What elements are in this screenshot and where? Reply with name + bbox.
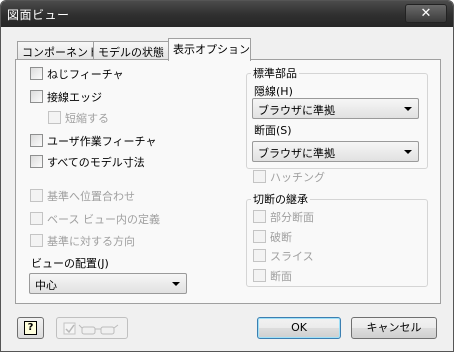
checkbox-box[interactable] (30, 212, 43, 225)
ok-button[interactable]: OK (257, 317, 341, 339)
view-justification-label: ビューの配置(J) (31, 257, 109, 270)
defined-in-base-label: ベース ビュー内の定義 (47, 212, 160, 226)
hidden-line-label: 隠線(H) (254, 85, 293, 98)
cancel-button[interactable]: キャンセル (351, 317, 437, 339)
foreshortened-label: 短縮する (65, 111, 109, 125)
thread-feature-label: ねじフィーチャ (47, 67, 124, 81)
help-button[interactable]: ? (17, 317, 44, 339)
checkbox-box[interactable] (253, 210, 266, 223)
close-button[interactable]: ✕ (405, 4, 447, 23)
user-work-features-checkbox[interactable]: ユーザ作業フィーチャ (30, 133, 156, 148)
slice-label: スライス (270, 249, 314, 263)
checkbox-box[interactable] (48, 111, 61, 124)
hatching-checkbox[interactable]: ハッチング (253, 169, 325, 184)
checkbox-box[interactable] (30, 155, 43, 168)
hidden-line-select[interactable]: ブラウザに準拠 (252, 98, 419, 119)
break-out-label: 部分断面 (270, 210, 314, 224)
foreshortened-checkbox[interactable]: 短縮する (48, 110, 109, 125)
checkbox-box[interactable] (253, 170, 266, 183)
align-to-base-checkbox[interactable]: 基準へ位置合わせ (30, 188, 135, 203)
view-justification-value: 中心 (35, 279, 57, 292)
tangent-edges-checkbox[interactable]: 接線エッジ (30, 89, 102, 104)
break-checkbox[interactable]: 破断 (253, 229, 292, 244)
slice-checkbox[interactable]: スライス (253, 248, 314, 263)
drawing-view-dialog: 図面ビュー ✕ コンポーネント モデルの状態 表示オプション ねじフィーチャ 接… (0, 0, 454, 352)
title-bar: 図面ビュー ✕ (1, 1, 453, 27)
section-inherit-checkbox[interactable]: 断面 (253, 268, 292, 283)
tangent-edges-label: 接線エッジ (47, 90, 102, 104)
break-out-checkbox[interactable]: 部分断面 (253, 209, 314, 224)
view-justification-select[interactable]: 中心 (29, 273, 187, 294)
chevron-down-icon (404, 107, 412, 111)
checkbox-box[interactable] (253, 230, 266, 243)
hatching-label: ハッチング (270, 170, 325, 184)
checkbox-box[interactable] (30, 90, 43, 103)
checkbox-box[interactable] (253, 249, 266, 262)
section-select[interactable]: ブラウザに準拠 (252, 141, 419, 162)
checkbox-box[interactable] (30, 67, 43, 80)
preview-glasses-icon (63, 322, 119, 335)
close-icon: ✕ (420, 6, 432, 21)
hidden-line-value: ブラウザに準拠 (258, 104, 335, 117)
checkbox-box[interactable] (30, 189, 43, 202)
standard-parts-title: 標準部品 (251, 65, 299, 81)
preview-toggle-button[interactable] (56, 317, 128, 339)
all-model-dims-label: すべてのモデル寸法 (47, 155, 145, 169)
section-inherit-label: 断面 (270, 269, 292, 283)
checkbox-box[interactable] (253, 269, 266, 282)
break-label: 破断 (270, 230, 292, 244)
defined-in-base-checkbox[interactable]: ベース ビュー内の定義 (30, 211, 160, 226)
tab-display-options[interactable]: 表示オプション (168, 38, 251, 61)
window-title: 図面ビュー (7, 8, 70, 22)
tab-model-state[interactable]: モデルの状態 (93, 41, 169, 60)
checkbox-box[interactable] (30, 234, 43, 247)
all-model-dims-checkbox[interactable]: すべてのモデル寸法 (30, 154, 145, 169)
user-work-features-label: ユーザ作業フィーチャ (47, 134, 157, 148)
help-icon: ? (24, 321, 37, 335)
cut-inheritance-title: 切断の継承 (251, 191, 310, 207)
chevron-down-icon (404, 150, 412, 154)
section-value: ブラウザに準拠 (258, 147, 335, 160)
thread-feature-checkbox[interactable]: ねじフィーチャ (30, 66, 124, 81)
checkbox-box[interactable] (30, 134, 43, 147)
chevron-down-icon (172, 282, 180, 286)
section-label: 断面(S) (254, 124, 292, 137)
orientation-to-base-checkbox[interactable]: 基準に対する方向 (30, 233, 135, 248)
align-to-base-label: 基準へ位置合わせ (47, 189, 135, 203)
tab-component[interactable]: コンポーネント (17, 41, 99, 60)
orientation-to-base-label: 基準に対する方向 (47, 234, 135, 248)
